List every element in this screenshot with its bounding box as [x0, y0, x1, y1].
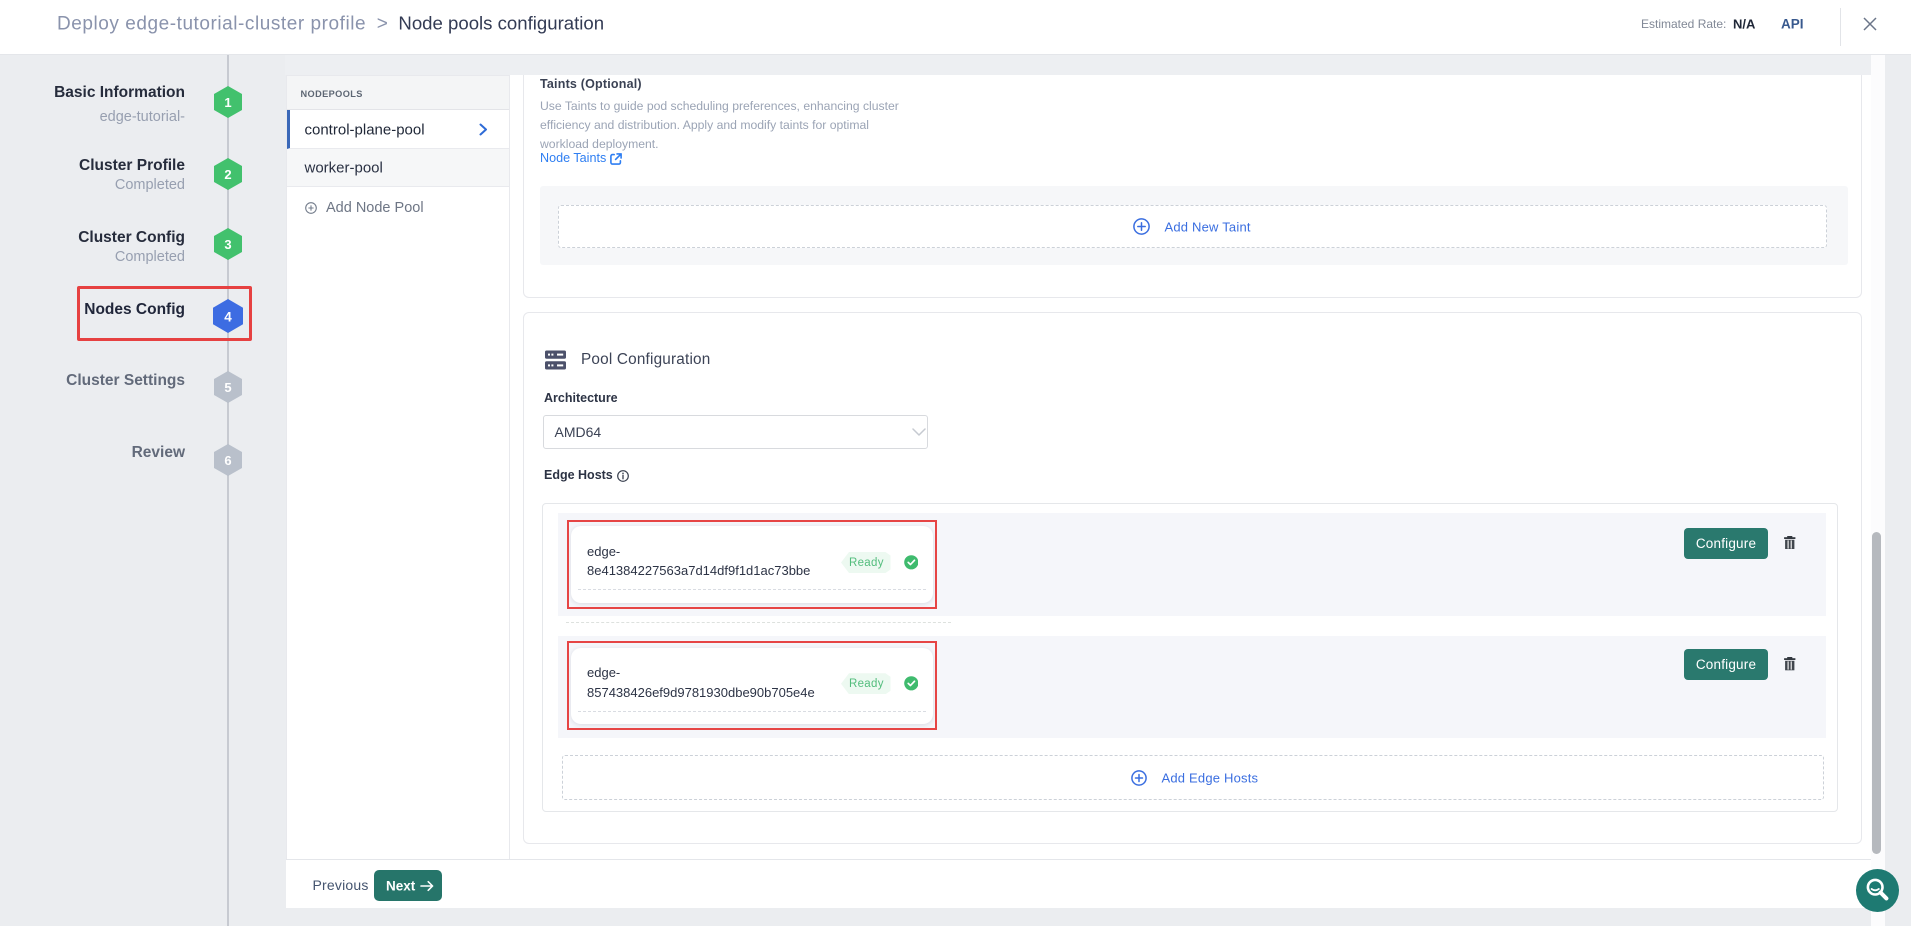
- svg-text:3: 3: [224, 237, 231, 252]
- svg-text:6: 6: [224, 453, 231, 468]
- svg-text:2: 2: [224, 167, 231, 182]
- svg-text:1: 1: [224, 95, 231, 110]
- svg-text:5: 5: [224, 380, 231, 395]
